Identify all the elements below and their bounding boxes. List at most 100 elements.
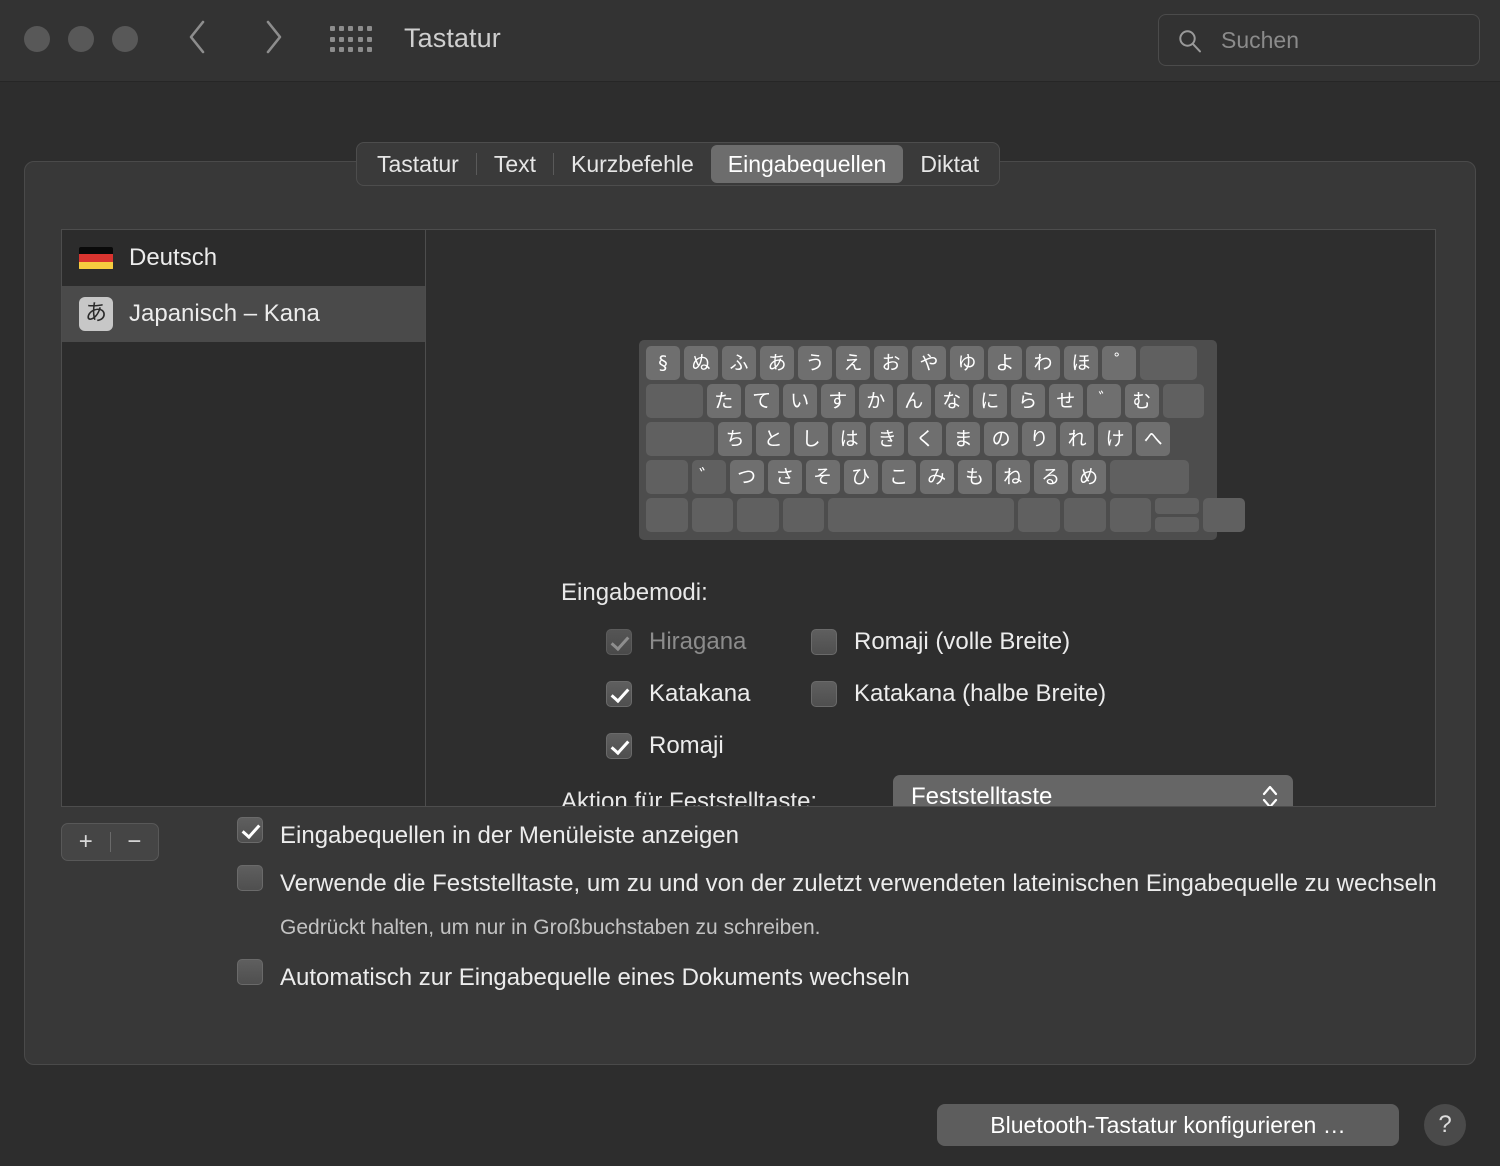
keyboard-row: ゛つさそひこみもねるめ [646,460,1210,494]
input-mode-romaji[interactable]: Romaji [606,732,811,760]
bottom-options-group: Eingabequellen in der Menüleiste anzeige… [237,817,1437,1007]
checkbox-katakana-half-width[interactable] [811,681,837,707]
source-list-controls: + − [61,823,159,861]
close-button[interactable] [24,26,50,52]
keyboard-key: か [858,384,893,418]
forward-button[interactable] [250,17,296,63]
zoom-button[interactable] [112,26,138,52]
checkbox-romaji-full-width[interactable] [811,629,837,655]
keyboard-key-blank [1063,498,1106,532]
grid-dot-icon [366,36,372,42]
tab-diktat[interactable]: Diktat [903,145,996,183]
search-field[interactable]: Suchen [1158,14,1480,66]
tab-tastatur[interactable]: Tastatur [360,145,476,183]
input-source-detail: §ぬふあうえおやゆよわぽたていすかんなにらぜむちとしはきくまのりれけへ゛つさ… [426,230,1435,806]
keyboard-key: ち [718,422,753,456]
keyboard-key: と [756,422,791,456]
checkbox-show-input-sources-in-menubar[interactable] [237,817,263,843]
input-mode-row: Katakana Katakana (halbe Breite) [606,680,1346,732]
grid-dot-icon [366,26,372,31]
keyboard-key: む [1124,384,1159,418]
grid-dot-icon [348,47,354,53]
grid-dot-icon [339,26,345,31]
input-modes-group: Hiragana Romaji (volle Breite) Katakana … [606,628,1346,784]
keyboard-key: こ [881,460,916,494]
tab-text[interactable]: Text [477,145,553,183]
keyboard-key: ほ [1064,346,1098,380]
keyboard-key: ま [946,422,981,456]
grid-dot-icon [330,36,335,42]
help-button[interactable]: ? [1424,1104,1466,1146]
grid-dot-icon [357,36,363,42]
checkbox-hiragana[interactable] [606,629,632,655]
keyboard-key: あ [760,346,794,380]
keyboard-key-blank [646,460,688,494]
option-label: Verwende die Feststelltaste, um zu und v… [280,870,1437,897]
input-mode-romaji-full-width[interactable]: Romaji (volle Breite) [811,628,1070,656]
keyboard-key: お [874,346,908,380]
keyboard-key-blank [691,498,734,532]
keyboard-key: ゛ [691,460,726,494]
keyboard-key-blank [782,498,825,532]
keyboard-key: ん [896,384,931,418]
preferences-tabbar: Tastatur Text Kurzbefehle Eingabequellen… [356,142,1001,186]
show-all-preferences-button[interactable] [330,26,374,56]
preferences-panel: Deutsch あ Japanisch – Kana §ぬふあうえおやゆよわぽ… [24,161,1476,1065]
keyboard-key: も [957,460,992,494]
tab-kurzbefehle[interactable]: Kurzbefehle [554,145,711,183]
grid-dot-icon [330,47,335,53]
checkbox-katakana[interactable] [606,681,632,707]
option-show-in-menubar[interactable]: Eingabequellen in der Menüleiste anzeige… [237,817,1437,855]
source-list-item-japanisch-kana[interactable]: あ Japanisch – Kana [62,286,425,342]
option-auto-switch-document[interactable]: Automatisch zur Eingabequelle eines Doku… [237,959,1437,997]
keyboard-key: つ [729,460,764,494]
source-list-item-deutsch[interactable]: Deutsch [62,230,425,286]
configure-bluetooth-keyboard-button[interactable]: Bluetooth-Tastatur konfigurieren … [937,1104,1399,1146]
tab-eingabequellen[interactable]: Eingabequellen [710,145,904,183]
keyboard-key: る [1033,460,1068,494]
keyboard-row: たていすかんなにらぜむ [646,384,1210,418]
grid-dot-icon [348,26,354,31]
input-mode-katakana-half-width[interactable]: Katakana (halbe Breite) [811,680,1106,708]
german-flag-icon [79,246,113,270]
keyboard-key-blank [1203,498,1245,532]
input-mode-row: Hiragana Romaji (volle Breite) [606,628,1346,680]
grid-dot-icon [339,36,345,42]
keyboard-key: れ [1060,422,1095,456]
input-mode-hiragana[interactable]: Hiragana [606,628,811,656]
input-source-list[interactable]: Deutsch あ Japanisch – Kana [62,230,426,806]
traffic-light-group [24,26,138,52]
input-mode-label: Romaji (volle Breite) [854,628,1071,655]
window-titlebar: Tastatur Suchen [0,0,1500,82]
checkbox-auto-switch-document-source[interactable] [237,959,263,985]
kana-badge-icon: あ [79,297,113,331]
keyboard-key-blank [646,498,688,532]
keyboard-key: め [1071,460,1106,494]
keyboard-key: に [972,384,1007,418]
option-capslock-switch[interactable]: Verwende die Feststelltaste, um zu und v… [237,865,1437,903]
minimize-button[interactable] [68,26,94,52]
keyboard-key: わ [1026,346,1060,380]
input-modes-label: Eingabemodi: [561,579,708,606]
keyboard-key: や [912,346,946,380]
chevron-updown-icon [1262,785,1278,806]
add-input-source-button[interactable]: + [62,824,110,860]
checkbox-use-capslock-to-switch[interactable] [237,865,263,891]
checkbox-romaji[interactable] [606,733,632,759]
keyboard-key: て [744,384,779,418]
remove-input-source-button[interactable]: − [110,824,158,860]
keyboard-key: ゆ [950,346,984,380]
keyboard-key: ら [1010,384,1045,418]
source-list-item-label: Japanisch – Kana [129,300,320,327]
capslock-action-select[interactable]: Feststelltaste [893,775,1293,806]
keyboard-key-blank [737,498,779,532]
keyboard-key-blank [646,422,715,456]
keyboard-key: ゚ [1102,346,1136,380]
keyboard-key: く [908,422,943,456]
input-mode-katakana[interactable]: Katakana [606,680,811,708]
grid-dot-icon [357,47,363,53]
grid-dot-icon [366,47,372,53]
keyboard-key: せ [1048,384,1083,418]
back-button[interactable] [175,17,221,63]
keyboard-key: § [646,346,680,380]
